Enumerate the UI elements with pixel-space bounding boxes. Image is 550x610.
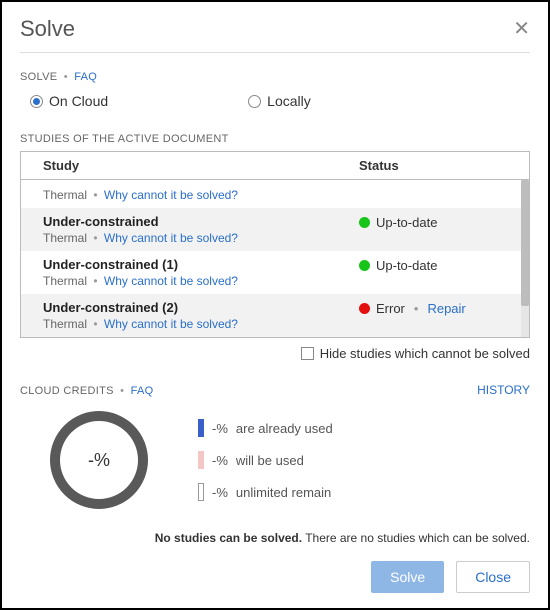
- why-link[interactable]: Why cannot it be solved?: [104, 274, 238, 288]
- solve-faq-link[interactable]: FAQ: [74, 71, 97, 83]
- credits-body: -% -% are already used -% will be used -…: [20, 411, 530, 509]
- study-row[interactable]: Thermal • Why cannot it be solved?: [21, 180, 529, 208]
- dialog-buttons: Solve Close: [20, 561, 530, 593]
- repair-link[interactable]: Repair: [427, 301, 465, 316]
- swatch-icon: [198, 483, 204, 501]
- col-status-header: Status: [359, 158, 529, 173]
- status-text: Error: [376, 301, 405, 316]
- why-link[interactable]: Why cannot it be solved?: [104, 231, 238, 245]
- solve-section-label: SOLVE • FAQ: [20, 71, 530, 83]
- study-row[interactable]: Under-constrained (2) Thermal • Why cann…: [21, 294, 529, 337]
- study-title: Under-constrained: [43, 214, 359, 229]
- history-link[interactable]: HISTORY: [477, 383, 530, 397]
- studies-header: Study Status: [21, 152, 529, 179]
- status-dot-icon: [359, 303, 370, 314]
- titlebar: Solve ✕: [20, 16, 530, 53]
- footer-message: No studies can be solved. There are no s…: [20, 531, 530, 545]
- hide-studies-row: Hide studies which cannot be solved: [20, 346, 530, 361]
- credits-ring: -%: [50, 411, 148, 509]
- study-row[interactable]: Under-constrained Thermal • Why cannot i…: [21, 208, 529, 251]
- close-button[interactable]: Close: [456, 561, 530, 593]
- credits-faq-link[interactable]: FAQ: [131, 385, 154, 397]
- hide-studies-checkbox[interactable]: [301, 347, 314, 360]
- radio-icon: [248, 95, 261, 108]
- solve-dialog: Solve ✕ SOLVE • FAQ On Cloud Locally STU…: [0, 0, 550, 610]
- studies-section-label: STUDIES OF THE ACTIVE DOCUMENT: [20, 133, 530, 145]
- credits-header: CLOUD CREDITS • FAQ HISTORY: [20, 383, 530, 397]
- why-link[interactable]: Why cannot it be solved?: [104, 317, 238, 331]
- legend-remain: -% unlimited remain: [198, 483, 333, 501]
- scrollbar-thumb[interactable]: [521, 180, 529, 306]
- legend-willbe: -% will be used: [198, 451, 333, 469]
- scrollbar[interactable]: [521, 180, 529, 337]
- status-text: Up-to-date: [376, 258, 437, 273]
- solve-button[interactable]: Solve: [371, 561, 444, 593]
- study-title: Under-constrained (1): [43, 257, 359, 272]
- status-text: Up-to-date: [376, 215, 437, 230]
- why-link[interactable]: Why cannot it be solved?: [104, 188, 238, 202]
- solve-location-radio-group: On Cloud Locally: [30, 93, 530, 109]
- radio-locally[interactable]: Locally: [248, 93, 311, 109]
- studies-table: Study Status Thermal • Why cannot it be …: [20, 151, 530, 338]
- hide-studies-label: Hide studies which cannot be solved: [320, 346, 530, 361]
- radio-icon: [30, 95, 43, 108]
- status-dot-icon: [359, 217, 370, 228]
- dialog-title: Solve: [20, 16, 75, 42]
- col-study-header: Study: [43, 158, 359, 173]
- close-icon[interactable]: ✕: [513, 19, 530, 39]
- swatch-icon: [198, 451, 204, 469]
- study-row[interactable]: Under-constrained (1) Thermal • Why cann…: [21, 251, 529, 294]
- status-dot-icon: [359, 260, 370, 271]
- credits-legend: -% are already used -% will be used -% u…: [198, 419, 333, 501]
- study-title: Under-constrained (2): [43, 300, 359, 315]
- swatch-icon: [198, 419, 204, 437]
- ring-value: -%: [88, 450, 110, 471]
- legend-used: -% are already used: [198, 419, 333, 437]
- studies-body: Thermal • Why cannot it be solved? Under…: [21, 179, 529, 337]
- radio-on-cloud[interactable]: On Cloud: [30, 93, 108, 109]
